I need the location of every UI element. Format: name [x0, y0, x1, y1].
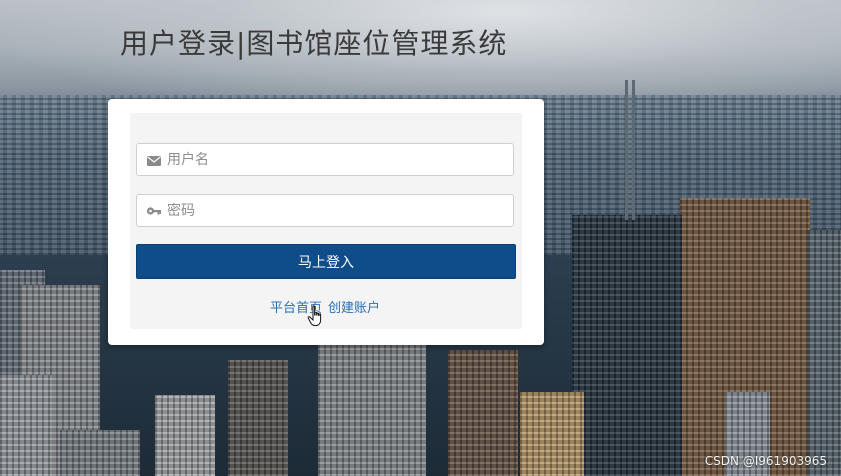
username-field[interactable] [136, 143, 514, 176]
tower-mid-4 [155, 395, 215, 476]
hand-pointer-icon [307, 305, 322, 326]
envelope-icon [146, 153, 162, 167]
csdn-watermark: CSDN @I961903965 [704, 454, 827, 468]
username-input[interactable] [167, 144, 507, 175]
login-button[interactable]: 马上登入 [136, 244, 516, 279]
key-icon [146, 204, 162, 218]
tower-left-3 [0, 375, 52, 476]
tower-mid-7 [60, 430, 140, 476]
tower-antenna-right [632, 80, 635, 220]
register-link[interactable]: 创建账户 [328, 301, 380, 316]
auth-links: 平台首页 创建账户 [270, 297, 380, 316]
background-cityscape: 用户登录|图书馆座位管理系统 马上登入 平台首页创建账 [0, 0, 841, 476]
password-input[interactable] [167, 195, 507, 226]
tower-mid-5 [228, 360, 288, 476]
tower-far-right [808, 230, 841, 476]
password-field[interactable] [136, 194, 514, 227]
tower-mid-1 [318, 340, 426, 476]
page-title: 用户登录|图书馆座位管理系统 [120, 27, 508, 60]
tower-center-glass [572, 215, 682, 476]
tower-mid-2 [448, 350, 518, 476]
tower-mid-3 [520, 392, 584, 476]
tower-antenna-left [625, 80, 628, 220]
